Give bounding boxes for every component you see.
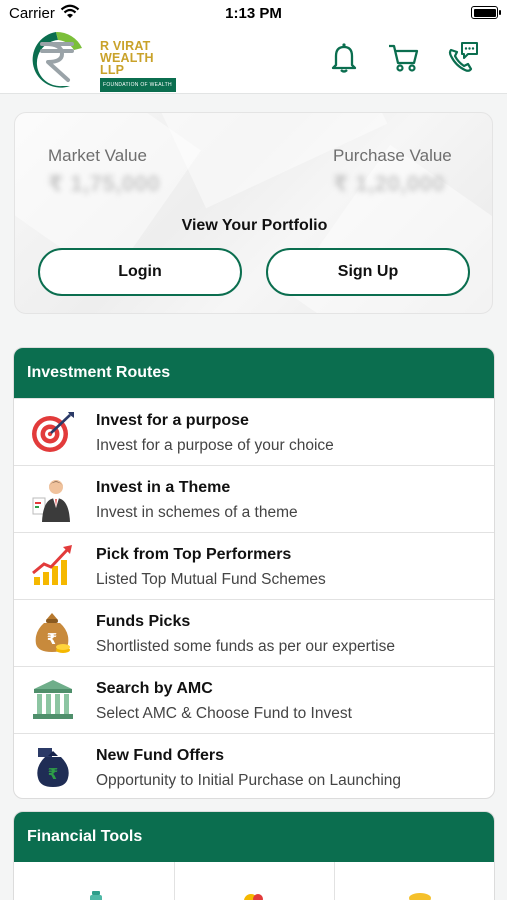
route-title: New Fund Offers xyxy=(96,747,225,764)
svg-text:₹: ₹ xyxy=(48,765,58,783)
bank-icon xyxy=(33,680,73,719)
investment-routes-title: Investment Routes xyxy=(14,348,494,398)
market-value-label: Market Value xyxy=(48,146,147,165)
route-title: Invest in a Theme xyxy=(96,479,231,496)
tool-gold[interactable] xyxy=(335,862,494,900)
calculator-tool-icon xyxy=(90,891,102,900)
route-invest-in-theme[interactable]: Invest in a Theme Invest in schemes of a… xyxy=(14,465,494,532)
brand-wordmark: R VIRAT WEALTH LLP FOUNDATION OF WEALTH xyxy=(100,40,176,92)
money-bag-icon: ₹ xyxy=(35,613,70,653)
clock: 1:13 PM xyxy=(225,5,282,22)
gold-tool-icon xyxy=(409,893,431,900)
purchase-value-label: Purchase Value xyxy=(333,146,452,165)
status-bar: Carrier 1:13 PM xyxy=(0,0,507,26)
battery-icon xyxy=(471,6,501,19)
route-subtitle: Shortlisted some funds as per our expert… xyxy=(96,638,395,655)
cart-icon[interactable] xyxy=(386,40,420,74)
tool-coins[interactable] xyxy=(175,862,335,900)
route-new-fund-offers[interactable]: ₹ New Fund Offers Opportunity to Initial… xyxy=(14,733,494,798)
businessman-icon xyxy=(32,480,70,522)
portfolio-card: Market Value ₹ 1,75,000 Purchase Value ₹… xyxy=(14,112,493,314)
investment-routes-card: Investment Routes Invest for a purpose I… xyxy=(13,347,495,799)
signup-button[interactable]: Sign Up xyxy=(266,248,470,296)
rupee-emblem-icon xyxy=(32,31,82,88)
brand-name-line2: WEALTH LLP xyxy=(100,51,154,77)
chat-phone-icon[interactable] xyxy=(445,40,479,74)
purchase-value-amount: ₹ 1,20,000 xyxy=(333,171,446,196)
login-button[interactable]: Login xyxy=(38,248,242,296)
financial-tools-title: Financial Tools xyxy=(14,812,494,862)
portfolio-title: View Your Portfolio xyxy=(181,217,328,234)
growth-chart-icon xyxy=(32,545,72,585)
financial-tools-card: Financial Tools xyxy=(13,811,495,900)
bell-icon[interactable] xyxy=(327,40,361,74)
brand-logo[interactable]: R VIRAT WEALTH LLP FOUNDATION OF WEALTH xyxy=(22,28,176,92)
financial-tools-grid xyxy=(14,862,494,900)
route-title: Search by AMC xyxy=(96,680,213,697)
route-subtitle: Select AMC & Choose Fund to Invest xyxy=(96,705,352,722)
target-icon xyxy=(32,412,74,452)
route-subtitle: Invest in schemes of a theme xyxy=(96,504,298,521)
brand-tagline: FOUNDATION OF WEALTH xyxy=(100,78,176,92)
route-funds-picks[interactable]: ₹ Funds Picks Shortlisted some funds as … xyxy=(14,599,494,666)
route-top-performers[interactable]: Pick from Top Performers Listed Top Mutu… xyxy=(14,532,494,599)
route-title: Funds Picks xyxy=(96,613,191,630)
route-invest-for-purpose[interactable]: Invest for a purpose Invest for a purpos… xyxy=(14,398,494,465)
route-subtitle: Opportunity to Initial Purchase on Launc… xyxy=(96,772,402,789)
route-search-by-amc[interactable]: Search by AMC Select AMC & Choose Fund t… xyxy=(14,666,494,733)
route-title: Pick from Top Performers xyxy=(96,546,292,563)
route-subtitle: Listed Top Mutual Fund Schemes xyxy=(96,571,326,588)
svg-text:₹: ₹ xyxy=(47,630,57,648)
tool-calculator[interactable] xyxy=(14,862,175,900)
market-value-amount: ₹ 1,75,000 xyxy=(48,171,161,196)
route-subtitle: Invest for a purpose of your choice xyxy=(96,437,334,454)
coins-tool-icon xyxy=(244,894,263,900)
route-title: Invest for a purpose xyxy=(96,412,249,429)
app-header: R VIRAT WEALTH LLP FOUNDATION OF WEALTH xyxy=(0,26,507,94)
new-fund-bag-icon: ₹ xyxy=(37,748,69,787)
